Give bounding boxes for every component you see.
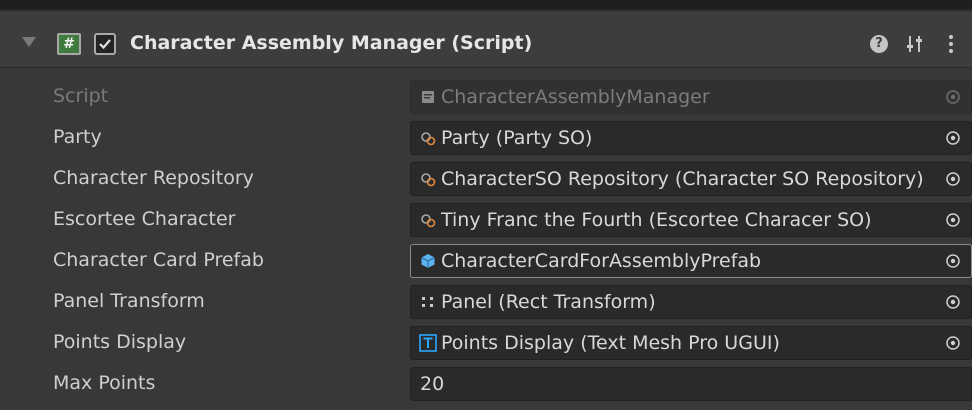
field-value: Panel (Rect Transform) <box>441 291 656 313</box>
field-value: CharacterAssemblyManager <box>441 86 710 108</box>
points-display-object-field[interactable]: Points Display (Text Mesh Pro UGUI) <box>410 326 972 360</box>
script-icon: # <box>57 33 81 55</box>
component-enabled-checkbox[interactable] <box>94 33 116 55</box>
property-label: Script <box>53 85 109 107</box>
field-value: CharacterSO Repository (Character SO Rep… <box>441 168 924 190</box>
script-object-field: CharacterAssemblyManager <box>410 80 972 114</box>
field-value: Tiny Franc the Fourth (Escortee Characer… <box>441 209 872 231</box>
panel-transform-object-field[interactable]: Panel (Rect Transform) <box>410 285 972 319</box>
foldout-arrow-icon[interactable] <box>22 37 36 47</box>
object-picker-icon[interactable] <box>945 130 961 146</box>
character-card-prefab-object-field[interactable]: CharacterCardForAssemblyPrefab <box>410 244 972 278</box>
property-row-panel-transform: Panel Transform Panel (Rect Transform) <box>0 282 972 323</box>
property-label: Escortee Character <box>53 208 236 230</box>
field-value: 20 <box>420 373 445 395</box>
help-icon[interactable]: ? <box>870 35 888 53</box>
property-row-points-display: Points Display Points Display (Text Mesh… <box>0 323 972 364</box>
property-row-max-points: Max Points 20 <box>0 364 972 405</box>
text-mesh-pro-icon <box>419 334 437 352</box>
property-row-party: Party Party (Party SO) <box>0 118 972 159</box>
property-label: Character Repository <box>53 167 254 189</box>
property-row-character-repository: Character Repository CharacterSO Reposit… <box>0 159 972 200</box>
component-title: Character Assembly Manager (Script) <box>130 32 533 54</box>
scriptable-object-icon <box>421 132 436 146</box>
presets-icon[interactable] <box>905 34 925 54</box>
object-picker-icon[interactable] <box>945 294 961 310</box>
object-picker-icon <box>946 90 960 104</box>
field-value: Party (Party SO) <box>441 127 593 149</box>
field-value: Points Display (Text Mesh Pro UGUI) <box>441 332 780 354</box>
object-picker-icon[interactable] <box>945 335 961 351</box>
party-object-field[interactable]: Party (Party SO) <box>410 121 972 155</box>
prefab-icon <box>421 254 435 268</box>
kebab-menu-icon[interactable] <box>947 33 955 55</box>
property-label: Party <box>53 126 102 148</box>
property-label: Panel Transform <box>53 290 205 312</box>
scriptable-object-icon <box>421 214 436 228</box>
max-points-int-field[interactable]: 20 <box>410 367 972 401</box>
property-label: Max Points <box>53 372 156 394</box>
object-picker-icon[interactable] <box>945 212 961 228</box>
property-label: Character Card Prefab <box>53 249 264 271</box>
check-icon <box>99 39 111 50</box>
property-row-character-card-prefab: Character Card Prefab CharacterCardForAs… <box>0 241 972 282</box>
escortee-character-object-field[interactable]: Tiny Franc the Fourth (Escortee Characer… <box>410 203 972 237</box>
property-row-script: Script CharacterAssemblyManager <box>0 77 972 118</box>
object-picker-icon[interactable] <box>945 253 961 269</box>
script-asset-icon <box>422 91 434 103</box>
object-picker-icon[interactable] <box>945 171 961 187</box>
rect-transform-icon <box>422 297 433 307</box>
character-repository-object-field[interactable]: CharacterSO Repository (Character SO Rep… <box>410 162 972 196</box>
field-value: CharacterCardForAssemblyPrefab <box>441 250 762 272</box>
scriptable-object-icon <box>421 173 436 187</box>
property-row-escortee-character: Escortee Character Tiny Franc the Fourth… <box>0 200 972 241</box>
component-header[interactable]: # Character Assembly Manager (Script) ? <box>0 11 972 68</box>
property-label: Points Display <box>53 331 187 353</box>
window-top-edge <box>0 0 972 9</box>
